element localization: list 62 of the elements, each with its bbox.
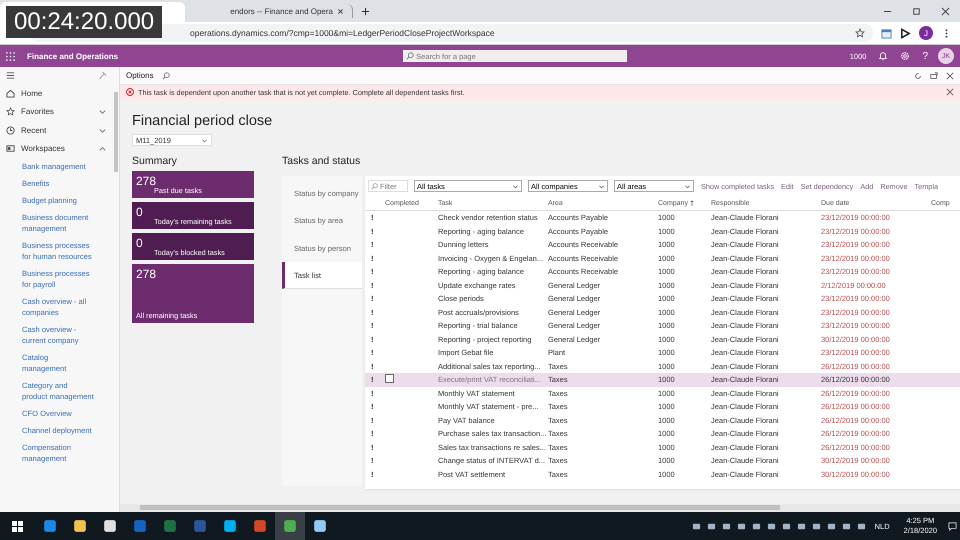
scrollbar-thumb[interactable] [140, 505, 780, 510]
close-icon[interactable] [946, 72, 954, 80]
pin-icon[interactable] [98, 71, 107, 80]
app-icon [73, 519, 87, 533]
app-icon [163, 519, 177, 533]
app-title: Finance and Operations [27, 52, 118, 60]
page-title: Financial period close [132, 113, 274, 129]
chevron-icon [512, 182, 519, 190]
error-icon [126, 88, 134, 96]
calendar-icon[interactable] [881, 28, 892, 38]
url-text: operations.dynamics.com/?cmp=1000&mi=LedgerPeriodCloseProjectWorkspace [190, 28, 496, 38]
tile-count: 278 [136, 174, 156, 188]
clock-icon [6, 126, 15, 135]
app-icon [133, 519, 147, 533]
section-heading: Tasks and status [282, 155, 362, 167]
chevron-icon [684, 182, 691, 190]
help-button[interactable]: ? [922, 50, 928, 62]
search-icon [371, 182, 378, 190]
nav-item[interactable]: Home [0, 84, 113, 102]
plus-icon[interactable] [361, 6, 370, 16]
menu-icon[interactable] [6, 71, 15, 80]
sort-arrow-icon [690, 200, 694, 206]
nav-item[interactable]: Recent [0, 121, 113, 140]
browser-tab[interactable]: endors -- Finance and Opera [185, 4, 353, 18]
home-icon [6, 88, 15, 98]
app-icon [223, 519, 237, 533]
app-launcher-icon[interactable] [6, 52, 15, 60]
app-icon [283, 519, 297, 533]
tile-count: 278 [136, 267, 156, 281]
tab-title: endors -- Finance and Opera [229, 6, 334, 16]
restore-icon[interactable] [912, 6, 921, 16]
recording-timer: 00:24:20.000 [6, 6, 162, 38]
app-icon [253, 519, 267, 533]
options-tab[interactable]: Options [126, 71, 154, 80]
tile-count: 0 [136, 205, 143, 219]
search-icon[interactable] [162, 72, 170, 80]
search-icon [406, 52, 414, 60]
settings-icon[interactable] [900, 51, 910, 61]
bell-icon[interactable] [878, 51, 888, 61]
star-icon[interactable] [855, 28, 865, 38]
app-icon [103, 519, 117, 533]
checkbox[interactable] [385, 374, 394, 384]
profile-avatar[interactable]: J [919, 26, 933, 40]
notification-icon[interactable] [948, 522, 957, 530]
tile-count: 0 [136, 236, 143, 250]
close-icon[interactable] [941, 6, 950, 16]
chevron-icon [201, 136, 208, 144]
app-icon [43, 519, 57, 533]
close-icon[interactable] [337, 8, 344, 14]
workspace-icon [6, 144, 15, 154]
nav-item[interactable]: Workspaces [0, 140, 113, 158]
star-icon [6, 107, 15, 116]
section-heading: Summary [132, 155, 178, 167]
nav-item[interactable]: Favorites [0, 102, 113, 121]
popout-icon[interactable] [930, 72, 938, 80]
windows-icon[interactable] [12, 520, 23, 532]
app-icon [193, 519, 207, 533]
close-icon[interactable] [946, 88, 954, 96]
chevron-icon [598, 182, 605, 190]
refresh-icon[interactable] [914, 72, 922, 80]
play-icon[interactable] [900, 28, 911, 38]
app-icon [313, 519, 327, 533]
